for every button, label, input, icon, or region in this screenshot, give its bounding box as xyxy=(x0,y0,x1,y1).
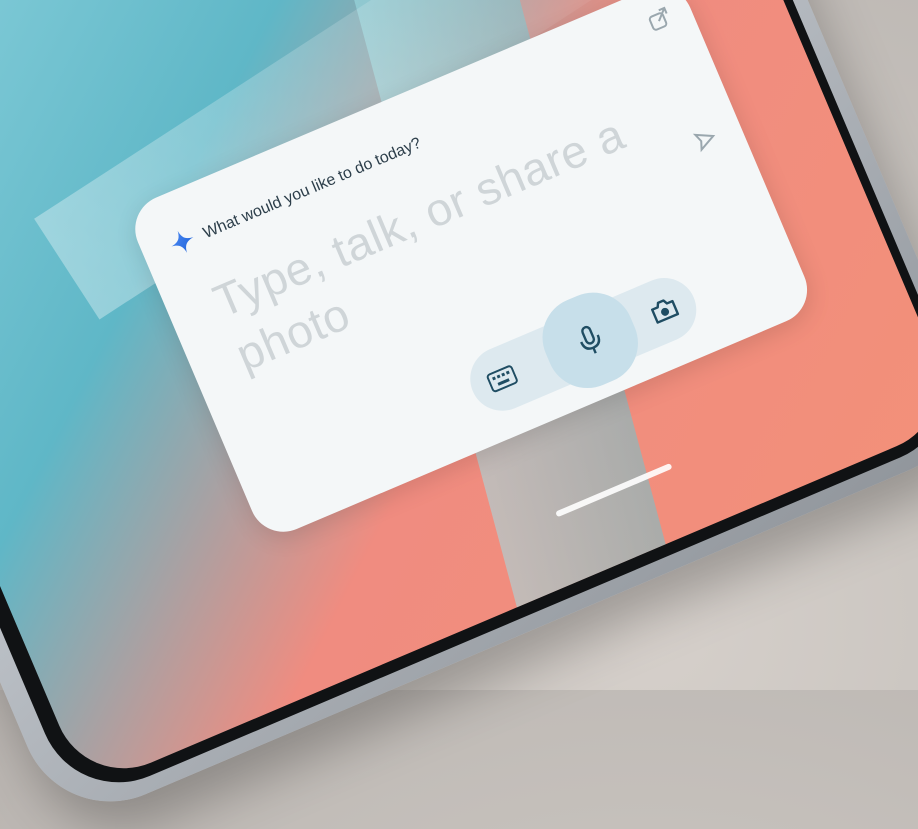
open-full-icon[interactable] xyxy=(645,5,676,38)
send-icon[interactable] xyxy=(691,125,722,158)
photo-scene: M ◆ ▢ ◯ X @ xyxy=(0,0,918,829)
microphone-icon xyxy=(580,325,601,354)
gemini-sparkle-icon xyxy=(165,225,201,264)
keyboard-icon xyxy=(486,365,518,393)
camera-icon xyxy=(650,299,680,324)
